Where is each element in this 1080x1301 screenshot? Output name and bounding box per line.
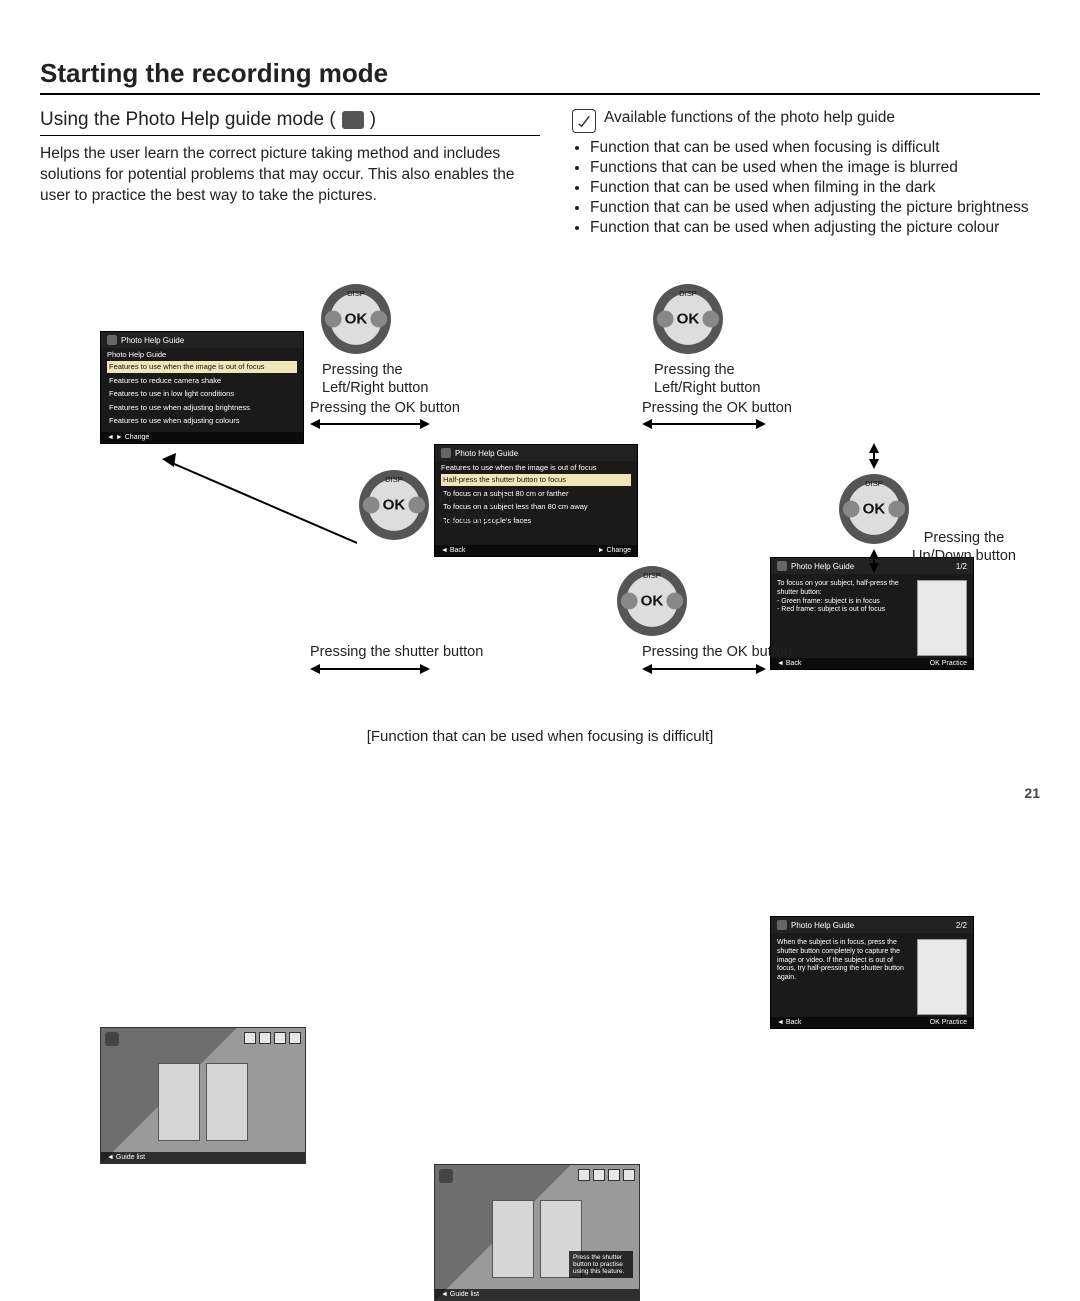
- note-block: Available functions of the photo help gu…: [572, 109, 1040, 133]
- label-press-lr-1: Pressing the Left/Right button: [322, 361, 428, 397]
- label-press-ok-2: Pressing the OK button: [642, 399, 792, 417]
- svg-text:OK: OK: [383, 497, 406, 514]
- note-icon: [572, 109, 596, 133]
- svg-text:DISP: DISP: [643, 571, 661, 580]
- page-number: 21: [1024, 785, 1040, 801]
- arrow-h: [642, 665, 766, 673]
- label-press-shutter: Pressing the shutter button: [310, 643, 483, 661]
- svg-text:OK: OK: [641, 593, 664, 610]
- svg-text:DISP: DISP: [385, 475, 403, 484]
- svg-text:OK: OK: [677, 311, 700, 328]
- label-press-up: Pressing the Up button: [438, 491, 519, 527]
- photo-preview-1: ◄ Guide list: [100, 1027, 306, 1164]
- section-body: Helps the user learn the correct picture…: [40, 144, 540, 207]
- arrow-h: [310, 665, 430, 673]
- dial-icon: OK DISP: [836, 471, 912, 547]
- svg-text:DISP: DISP: [679, 289, 697, 298]
- photo-preview-2: Press the shutter button to practise usi…: [434, 1164, 640, 1301]
- arrow-h: [310, 420, 430, 428]
- lcd-panel-3: Photo Help Guide 1/2 To focus on your su…: [770, 557, 974, 670]
- lcd-panel-1: Photo Help Guide Photo Help Guide Featur…: [100, 331, 304, 444]
- arrow-v: [870, 549, 878, 573]
- mode-icon: [342, 111, 364, 129]
- flow-diagram: OK DISP OK DISP Photo Help Guide Photo H…: [40, 275, 1040, 785]
- arrow-v: [870, 443, 878, 469]
- label-press-ok-3: Pressing the OK button: [642, 643, 792, 661]
- svg-text:OK: OK: [345, 311, 368, 328]
- page-title: Starting the recording mode: [40, 58, 1040, 95]
- svg-text:DISP: DISP: [865, 479, 883, 488]
- note-list: Function that can be used when focusing …: [590, 139, 1040, 237]
- label-press-ok-1: Pressing the OK button: [310, 399, 460, 417]
- dial-icon: OK DISP: [614, 563, 690, 639]
- lcd-panel-4: Photo Help Guide 2/2 When the subject is…: [770, 916, 974, 1029]
- dial-icon: OK DISP: [318, 281, 394, 357]
- label-press-ud: Pressing the Up/Down button: [904, 529, 1024, 565]
- dial-icon: OK DISP: [650, 281, 726, 357]
- arrow-diag: [162, 453, 357, 573]
- arrow-h: [642, 420, 766, 428]
- dial-icon: OK DISP: [356, 467, 432, 543]
- label-press-lr-2: Pressing the Left/Right button: [654, 361, 760, 397]
- diagram-caption: [Function that can be used when focusing…: [40, 728, 1040, 745]
- section-heading: Using the Photo Help guide mode ( ): [40, 109, 540, 136]
- svg-text:OK: OK: [863, 501, 886, 518]
- svg-text:DISP: DISP: [347, 289, 365, 298]
